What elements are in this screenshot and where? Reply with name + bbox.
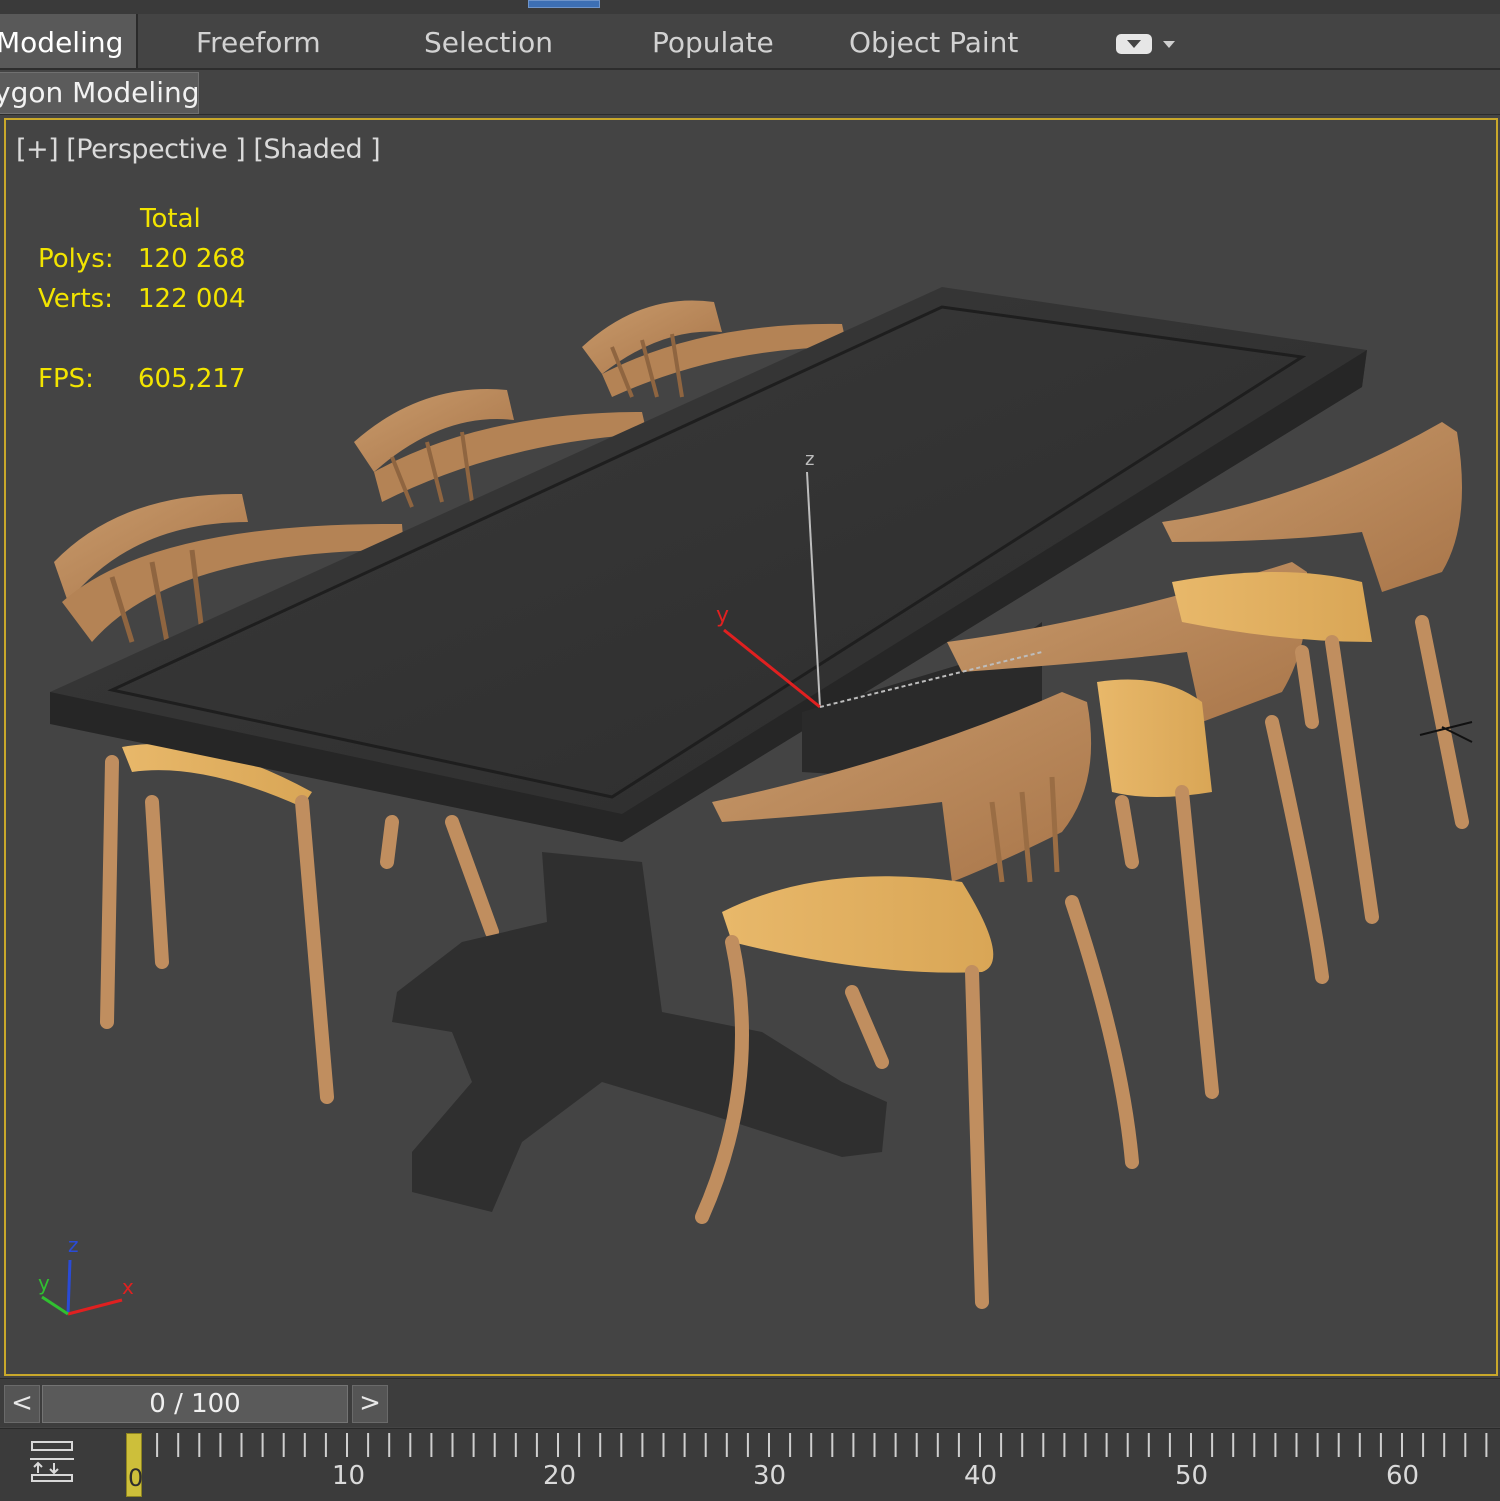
- curve-editor-icon[interactable]: [26, 1439, 80, 1483]
- title-bar-strip: [0, 0, 1500, 15]
- fps-label: FPS:: [38, 364, 94, 394]
- tick-label-10: 10: [332, 1461, 366, 1491]
- quick-access-highlight[interactable]: [528, 0, 600, 8]
- speech-bubble-icon[interactable]: [1116, 34, 1152, 54]
- verts-label: Verts:: [38, 284, 113, 314]
- polygon-modeling-panel-tab[interactable]: ygon Modeling: [0, 72, 199, 114]
- polys-value: 120 268: [138, 244, 246, 274]
- tab-freeform[interactable]: Freeform: [196, 14, 321, 68]
- tab-object-paint[interactable]: Object Paint: [849, 14, 1018, 68]
- viewport-label[interactable]: [+] [Perspective ] [Shaded ]: [16, 134, 381, 165]
- next-frame-button[interactable]: >: [352, 1385, 388, 1423]
- tab-selection[interactable]: Selection: [424, 14, 553, 68]
- tick-label-60: 60: [1386, 1461, 1420, 1491]
- tab-populate[interactable]: Populate: [652, 14, 774, 68]
- fps-value: 605,217: [138, 364, 246, 394]
- axis-z-label: z: [68, 1233, 79, 1257]
- axis-x-label: x: [122, 1275, 134, 1299]
- time-slider: < 0 / 100 >: [0, 1378, 1500, 1427]
- tick-label-30: 30: [753, 1461, 787, 1491]
- ribbon-tabs: Modeling Freeform Selection Populate Obj…: [0, 14, 1500, 70]
- trackbar[interactable]: 0 10 20 30 40 50 60: [0, 1428, 1500, 1501]
- tick-label-40: 40: [964, 1461, 998, 1491]
- stats-header: Total: [140, 204, 201, 234]
- axis-tripod-icon: z x y: [38, 1233, 134, 1316]
- trackbar-ticks: [135, 1433, 1488, 1457]
- sub-ribbon: ygon Modeling: [0, 70, 1500, 115]
- current-frame-marker[interactable]: 0: [126, 1433, 143, 1497]
- verts-value: 122 004: [138, 284, 246, 314]
- perspective-viewport[interactable]: z y z x y [+] [Perspective ] [Shaded ] T…: [4, 118, 1498, 1376]
- gizmo-y-label: y: [716, 603, 729, 628]
- tab-modeling[interactable]: Modeling: [0, 14, 138, 68]
- previous-frame-button[interactable]: <: [4, 1385, 40, 1423]
- chevron-down-icon[interactable]: [1163, 41, 1175, 48]
- gizmo-z-label: z: [805, 449, 814, 470]
- chair-front-1[interactable]: [695, 692, 1139, 1309]
- polys-label: Polys:: [38, 244, 114, 274]
- tick-label-50: 50: [1175, 1461, 1209, 1491]
- time-slider-handle[interactable]: 0 / 100: [42, 1385, 348, 1423]
- tick-label-20: 20: [543, 1461, 577, 1491]
- axis-y-label: y: [38, 1271, 50, 1295]
